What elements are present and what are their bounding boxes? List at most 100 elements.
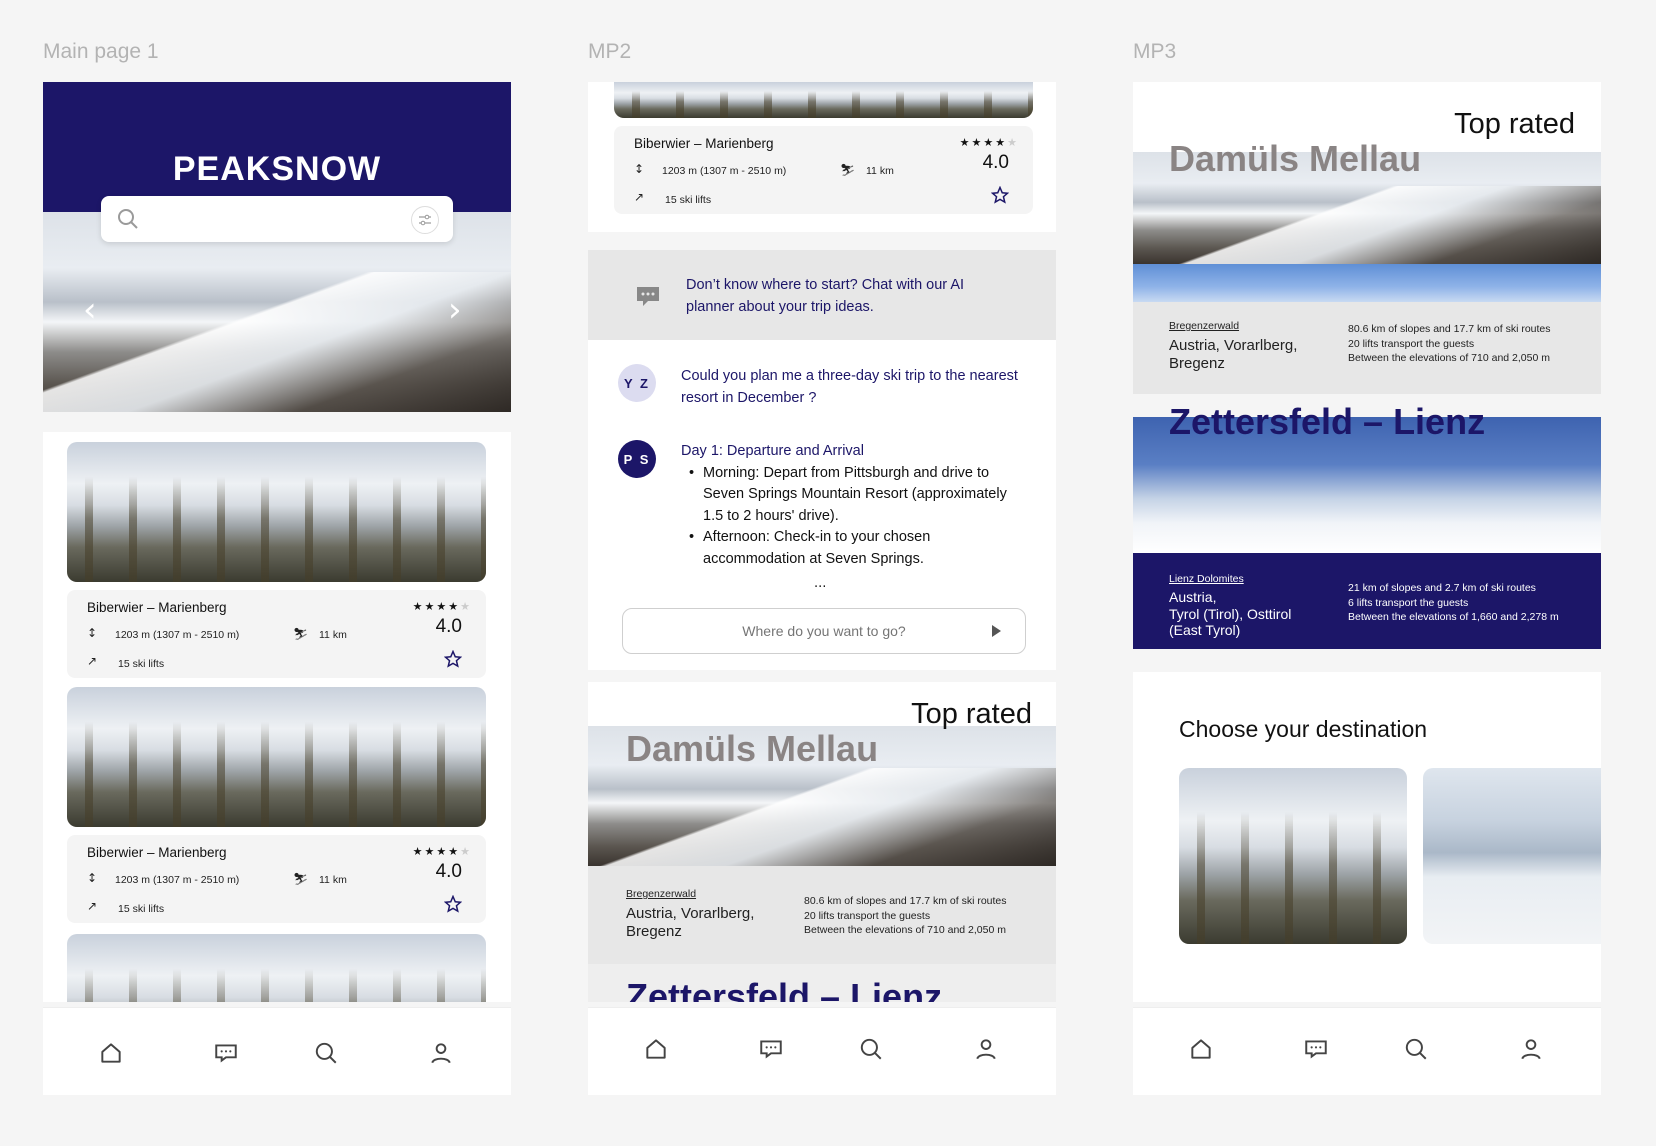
elevation-icon: ↕ [87,626,98,640]
resort-image[interactable] [614,82,1033,118]
favorite-star-icon[interactable] [444,650,462,668]
region-name: Austria, Tyrol (Tirol), Osttirol (East T… [1169,589,1339,639]
send-icon[interactable] [992,625,1001,637]
top-rated-section: Top rated Damüls Mellau Bregenzerwald Au… [1133,82,1601,394]
hero-image [43,212,511,412]
region-line: (East Tyrol) [1169,622,1241,638]
chat-input-field[interactable] [622,608,1026,654]
search-icon[interactable] [856,1034,886,1064]
stat-line: Between the elevations of 710 and 2,050 … [804,924,1006,936]
lifts-text: 15 ski lifts [665,194,712,206]
profile-icon[interactable] [971,1034,1001,1064]
region-link[interactable]: Bregenzerwald [1169,320,1239,332]
resort-info: Bregenzerwald Austria, Vorarlberg, Brege… [588,866,1056,964]
resort-name: Biberwier – Marienberg [634,136,774,151]
bot-message: Day 1: Departure and Arrival Morning: De… [681,441,1026,570]
favorite-star-icon[interactable] [444,895,462,913]
frame-label-mp2: MP2 [588,40,632,63]
search-input[interactable] [101,196,453,242]
rating-stars: ★★★★★ [412,845,472,858]
favorite-star-icon[interactable] [991,186,1009,204]
resort-card[interactable]: Biberwier – Marienberg ★★★★★ 4.0 ↕ 1203 … [614,126,1033,214]
distance-text: 11 km [319,874,347,886]
lifts-text: 15 ski lifts [118,903,165,915]
resort-stats: 80.6 km of slopes and 17.7 km of ski rou… [1348,322,1551,366]
chat-icon[interactable] [211,1038,241,1068]
stat-line: 20 lifts transport the guests [804,909,931,922]
sliders-icon [419,214,431,226]
elevation-text: 1203 m (1307 m - 2510 m) [662,165,787,177]
ai-banner-text: Don’t know where to start? Chat with our… [686,277,965,315]
search-icon[interactable] [1401,1034,1431,1064]
chat-icon[interactable] [1301,1034,1331,1064]
profile-icon[interactable] [426,1038,456,1068]
top-rated-section: Top rated Damüls Mellau Bregenzerwald Au… [588,682,1056,1002]
resort-image[interactable] [67,934,486,1002]
stat-line: 80.6 km of slopes and 17.7 km of ski rou… [1348,323,1551,335]
home-icon[interactable] [96,1038,126,1068]
ai-planner-banner[interactable]: Don’t know where to start? Chat with our… [588,250,1056,340]
rating-value: 4.0 [435,616,462,637]
bot-message-item: Afternoon: Check-in to your chosen accom… [689,527,1026,570]
skier-icon: ⛷ [293,872,309,886]
brand-logo: PEAKSNOW [172,150,382,188]
destination-card[interactable] [1179,768,1407,944]
stat-line: Between the elevations of 710 and 2,050 … [1348,352,1550,364]
chat-panel: Y Z Could you plan me a three-day ski tr… [588,340,1056,670]
home-icon[interactable] [1186,1034,1216,1064]
bot-message-more: ... [814,576,827,591]
region-name: Austria, Vorarlberg, Bregenz [1169,337,1298,372]
top-rated-title: Top rated [1454,108,1575,140]
resort-title[interactable]: Zettersfeld – Lienz [626,976,942,1002]
chat-icon[interactable] [756,1034,786,1064]
resort-image[interactable] [67,687,486,827]
distance-text: 11 km [866,165,894,177]
lift-icon: ↗ [634,190,645,204]
elevation-text: 1203 m (1307 m - 2510 m) [115,874,240,886]
carousel-prev-icon[interactable]: ‹ [83,290,97,330]
profile-icon[interactable] [1516,1034,1546,1064]
resort-title[interactable]: Zettersfeld – Lienz [1169,401,1485,443]
search-icon [118,209,138,229]
resort-info: Bregenzerwald Austria, Vorarlberg, Brege… [1133,302,1601,394]
distance-text: 11 km [319,629,347,641]
stat-line: Between the elevations of 1,660 and 2,27… [1348,611,1559,623]
bottom-nav [588,1007,1056,1095]
stat-line: 6 lifts transport the guests [1348,596,1469,609]
chat-input[interactable] [623,609,1025,653]
rating-stars: ★★★★★ [412,600,472,613]
elevation-text: 1203 m (1307 m - 2510 m) [115,629,240,641]
resort-card[interactable]: Biberwier – Marienberg ★★★★★ 4.0 ↕ 1203 … [67,835,486,923]
carousel-next-icon[interactable]: › [448,290,462,330]
resort-name: Biberwier – Marienberg [87,845,227,860]
frame-label-main: Main page 1 [43,40,159,63]
lift-icon: ↗ [87,899,98,913]
region-link[interactable]: Bregenzerwald [626,888,696,900]
stat-line: 21 km of slopes and 2.7 km of ski routes [1348,582,1536,594]
header-banner: PEAKSNOW [43,82,511,212]
frame-mp2: Biberwier – Marienberg ★★★★★ 4.0 ↕ 1203 … [588,82,1056,1095]
bottom-nav [1133,1007,1601,1095]
filter-button[interactable] [411,206,439,234]
region-link[interactable]: Lienz Dolomites [1169,573,1244,585]
bottom-nav [43,1007,511,1095]
next-resort-peek: Zettersfeld – Lienz [588,964,1056,1002]
stat-line: 20 lifts transport the guests [1348,337,1475,350]
search-icon[interactable] [311,1038,341,1068]
resort-title[interactable]: Damüls Mellau [1169,138,1421,180]
choose-destination-section: Choose your destination [1133,672,1601,1002]
stat-line: 80.6 km of slopes and 17.7 km of ski rou… [804,895,1007,907]
bot-message-heading: Day 1: Departure and Arrival [681,443,864,459]
featured-resort[interactable]: Zettersfeld – Lienz Lienz Dolomites Aust… [1133,401,1601,649]
rating-value: 4.0 [435,861,462,882]
resort-card[interactable]: Biberwier – Marienberg ★★★★★ 4.0 ↕ 1203 … [67,590,486,678]
home-icon[interactable] [641,1034,671,1064]
lifts-text: 15 ski lifts [118,658,165,670]
user-avatar: Y Z [618,364,656,402]
destination-card[interactable] [1423,768,1601,944]
rating-value: 4.0 [982,152,1009,173]
resort-stats: 21 km of slopes and 2.7 km of ski routes… [1348,581,1559,625]
resort-title[interactable]: Damüls Mellau [626,728,878,770]
resort-image[interactable] [67,442,486,582]
elevation-icon: ↕ [634,162,645,176]
